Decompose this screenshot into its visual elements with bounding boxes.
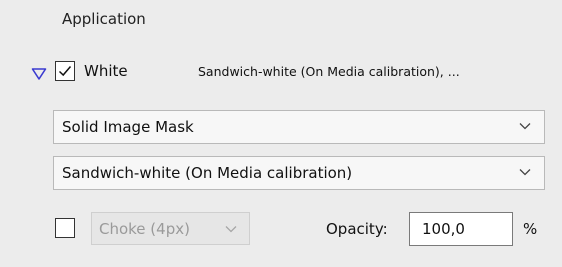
- calibration-value: Sandwich-white (On Media calibration): [62, 164, 353, 182]
- white-label: White: [84, 62, 128, 80]
- section-title: Application: [62, 10, 146, 28]
- opacity-input[interactable]: [409, 212, 513, 246]
- triangle-down-icon[interactable]: [31, 67, 47, 81]
- chevron-down-icon: [519, 169, 531, 176]
- choke-select[interactable]: Choke (4px): [91, 212, 250, 245]
- opacity-label: Opacity:: [326, 220, 388, 238]
- white-summary: Sandwich-white (On Media calibration), .…: [198, 64, 460, 79]
- checkmark-icon: [58, 66, 72, 77]
- chevron-down-icon: [225, 226, 237, 233]
- mask-type-select[interactable]: Solid Image Mask: [53, 110, 545, 144]
- white-layer-row: White Sandwich-white (On Media calibrati…: [0, 58, 562, 92]
- choke-value: Choke (4px): [99, 220, 190, 238]
- calibration-select[interactable]: Sandwich-white (On Media calibration): [53, 156, 545, 190]
- application-panel: Application White Sandwich-white (On Med…: [0, 0, 562, 267]
- white-checkbox[interactable]: [55, 61, 75, 81]
- opacity-unit: %: [523, 220, 538, 238]
- choke-checkbox[interactable]: [55, 218, 75, 238]
- mask-type-value: Solid Image Mask: [62, 118, 194, 136]
- choke-opacity-row: Choke (4px) Opacity: %: [0, 208, 562, 248]
- chevron-down-icon: [519, 123, 531, 130]
